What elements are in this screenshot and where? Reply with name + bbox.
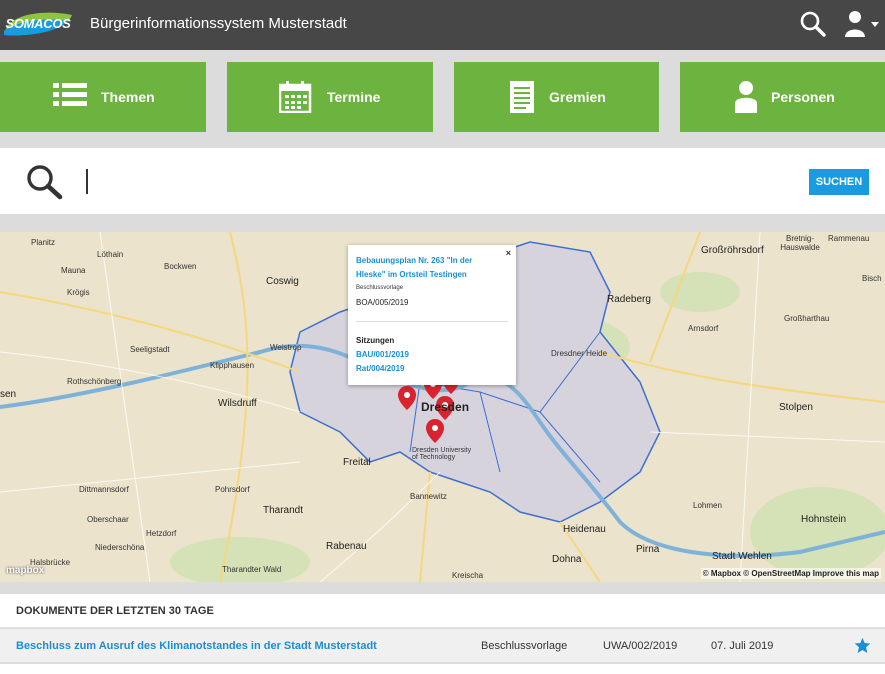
map-label: Großharthau: [784, 314, 830, 323]
map-label: Großröhrsdorf: [701, 245, 764, 256]
nav-label-personen: Personen: [771, 89, 835, 105]
popup-divider: [356, 321, 508, 322]
nav-tile-termine[interactable]: Termine: [227, 62, 433, 132]
search-input-caret[interactable]: [86, 169, 88, 194]
map-label: Oberschaar: [87, 515, 129, 524]
map-label: Niederschöna: [95, 543, 145, 552]
nav-label-themen: Themen: [101, 89, 155, 105]
magnifier-icon: [26, 164, 64, 200]
map-label: sen: [0, 389, 17, 400]
search-icon[interactable]: [799, 10, 827, 38]
nav-label-gremien: Gremien: [549, 89, 606, 105]
popup-session-link[interactable]: BAU/001/2019: [356, 350, 409, 359]
map-label: Hetzdorf: [146, 529, 177, 538]
list-icon: [53, 83, 87, 106]
map-label: Weistrop: [270, 343, 302, 352]
map-label: Bannewitz: [410, 492, 447, 501]
popup-sessions-label: Sitzungen: [356, 336, 395, 345]
map-label: Bisch: [862, 274, 882, 283]
map-label: Pohrsdorf: [215, 485, 250, 494]
document-date: 07. Juli 2019: [711, 640, 774, 652]
popup-session-link[interactable]: Rat/004/2019: [356, 364, 404, 373]
map-label: Dresden University of Technology: [412, 447, 472, 461]
user-icon: [845, 11, 879, 37]
map-label: Tharandter Wald: [222, 565, 282, 574]
documents-heading: DOKUMENTE DER LETZTEN 30 TAGE: [16, 605, 214, 617]
map-label: Heidenau: [563, 524, 606, 535]
documents-header: DOKUMENTE DER LETZTEN 30 TAGE: [0, 594, 885, 628]
map-label: Löthain: [97, 250, 124, 259]
table-row[interactable]: [0, 664, 885, 674]
map-label: Rammenau: [828, 234, 870, 243]
map-label: Rothschönberg: [67, 377, 122, 386]
map-label: Wilsdruff: [218, 398, 257, 409]
nav-label-termine: Termine: [327, 89, 381, 105]
star-icon[interactable]: [854, 637, 871, 654]
map-label: Seeligstadt: [130, 345, 170, 354]
document-number: UWA/002/2019: [603, 640, 678, 652]
map-label: Bretnig-Hauswalde: [780, 234, 820, 252]
somacos-logo[interactable]: SOMACOS: [2, 9, 74, 39]
map-label: Dohna: [552, 554, 582, 565]
map-label: Stadt Wehlen: [712, 551, 772, 562]
map-label: Pirna: [636, 544, 660, 555]
map-label: Tharandt: [263, 505, 304, 516]
nav-tile-personen[interactable]: Personen: [680, 62, 885, 132]
map-label: Hohnstein: [801, 514, 847, 525]
nav-tile-themen[interactable]: Themen: [0, 62, 206, 132]
map-label: Rabenau: [326, 541, 367, 552]
popup-document-number: BOA/005/2019: [356, 298, 409, 307]
logo-text: SOMACOS: [5, 16, 71, 31]
document-icon: [510, 81, 534, 113]
document-title-link[interactable]: Beschluss zum Ausruf des Klimanotstandes…: [16, 640, 377, 652]
map-label-city: Dresden: [421, 400, 470, 414]
close-icon[interactable]: ×: [506, 248, 511, 258]
calendar-icon: [279, 81, 312, 113]
map-label: Lohmen: [693, 501, 722, 510]
popup-document-type: Beschlussvorlage: [356, 285, 404, 291]
search-submit-button[interactable]: SUCHEN: [809, 169, 869, 195]
map-label: Radeberg: [607, 294, 651, 305]
map-label: Freital: [343, 457, 371, 468]
table-row[interactable]: Beschluss zum Ausruf des Klimanotstandes…: [0, 629, 885, 663]
map-label: Coswig: [266, 276, 299, 287]
map-label: Planitz: [31, 238, 56, 247]
popup-document-link[interactable]: Bebauungsplan Nr. 263 "In der Hleske" im…: [356, 254, 496, 282]
map-label: Krögis: [67, 288, 90, 297]
map-label: Stolpen: [779, 402, 813, 413]
person-icon: [735, 81, 757, 113]
map-label: Dresdner Heide: [551, 349, 608, 358]
mapbox-logo[interactable]: mapbox: [6, 565, 44, 576]
document-type: Beschlussvorlage: [481, 640, 568, 652]
app-title: Bürgerinformationssystem Musterstadt: [90, 15, 347, 32]
map-label: Klipphausen: [210, 361, 255, 370]
map-label: Kreischa: [452, 571, 484, 580]
top-bar: SOMACOS Bürgerinformationssystem Musters…: [0, 0, 885, 50]
map-label: Dittmannsdorf: [79, 485, 129, 494]
nav-tile-gremien[interactable]: Gremien: [454, 62, 659, 132]
map-label: Arnsdorf: [688, 324, 719, 333]
map-attribution[interactable]: © Mapbox © OpenStreetMap Improve this ma…: [700, 568, 881, 579]
user-menu-button[interactable]: [843, 10, 883, 38]
map-label: Mauna: [61, 266, 86, 275]
map-popup: × Bebauungsplan Nr. 263 "In der Hleske" …: [348, 245, 516, 385]
search-bar[interactable]: [0, 148, 885, 214]
map-label: Bockwen: [164, 262, 197, 271]
